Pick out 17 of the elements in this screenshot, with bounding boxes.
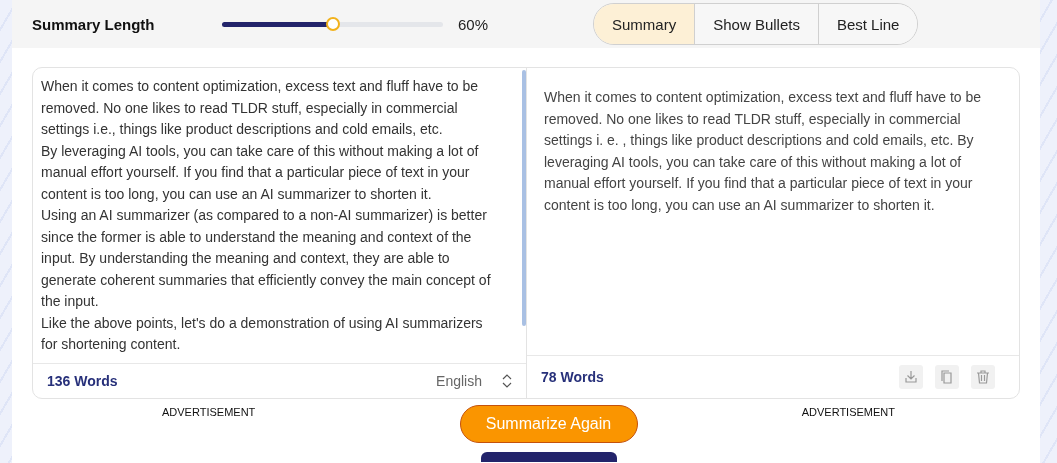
word-count: 136 Words	[47, 373, 119, 389]
chevron-updown-icon	[502, 373, 512, 389]
advertisement-label: ADVERTISEMENT	[801, 406, 895, 420]
mode-tab[interactable]: Best Line	[817, 4, 918, 44]
input-field[interactable]: When it comes to content optimization, excess text and fluff have to be removed. No one likes to read TLDR stuff, especially in commercial settings i.e., things like product descriptions and cold emails, etc. By leveraging AI tools, you can take care of this without making a lot of manual effort yourself. If you find that a particular piece of text in your content is too long, you can use an AI summarizer to shorten it. Using an AI summarizer (as compared to a non-AI summarizer) is better since the former is able to understand the meaning and context of the input. By understanding the meaning and context, they are able to generate coherent summaries that efficiently convey the main concept of the input. Like the above points, let's do a demonstration of using AI summarizers for shortening content.	[33, 68, 526, 363]
summary-length-label: Summary Length	[32, 15, 156, 33]
copy-icon[interactable]	[935, 365, 959, 389]
language-select[interactable]: English	[436, 373, 482, 389]
trash-icon[interactable]	[971, 365, 995, 389]
word-count: 78 Words	[541, 369, 605, 385]
download-icon[interactable]	[899, 365, 923, 389]
slider-value: 60%	[458, 15, 490, 33]
advertisement-label: ADVERTISEMENT	[162, 406, 256, 420]
scrollbar[interactable]	[522, 70, 526, 326]
secondary-button[interactable]	[480, 452, 617, 462]
summary-text: When it comes to content optimization, excess text and fluff have to be removed. No one likes to read TLDR stuff, especially in commercial settings i. e. , things like product descriptions and cold emails, etc. By leveraging AI tools, you can take care of this without making a lot of manual effort yourself. If you find that a particular piece of text in your content is too long, you can use an AI summarizer to shorten it.	[543, 88, 983, 215]
mode-tab[interactable]: Summary	[594, 4, 695, 44]
